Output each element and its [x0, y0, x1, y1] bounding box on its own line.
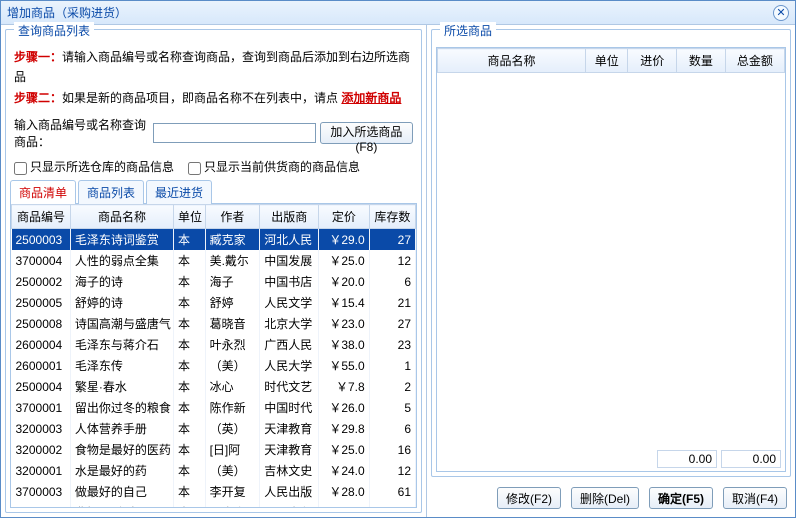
col-header[interactable]: 商品名称 — [438, 49, 586, 73]
col-header[interactable]: 单位 — [586, 49, 628, 73]
table-row[interactable]: 3200001水是最好的药本（美）吉林文史￥24.012 — [12, 460, 416, 481]
action-bar: 修改(F2) 删除(Del) 确定(F5) 取消(F4) — [427, 481, 795, 517]
search-input[interactable] — [153, 123, 316, 143]
col-header[interactable]: 商品编号 — [12, 205, 71, 229]
selected-group-title: 所选商品 — [440, 22, 496, 39]
table-row[interactable]: 2500002海子的诗本海子中国书店￥20.06 — [12, 271, 416, 292]
col-header[interactable]: 库存数 — [369, 205, 415, 229]
total-amount: 0.00 — [721, 450, 781, 468]
step2-text: 如果是新的商品项目，即商品名称不在列表中，请点 — [62, 91, 338, 105]
col-header[interactable]: 总金额 — [725, 49, 784, 73]
ok-button[interactable]: 确定(F5) — [649, 487, 713, 509]
tab-list[interactable]: 商品清单 — [10, 180, 76, 204]
step2-line: 步骤二：如果是新的商品项目，即商品名称不在列表中，请点 添加新商品 — [14, 88, 413, 108]
chk-supplier-only-input[interactable] — [188, 162, 201, 175]
step1-line: 步骤一：请输入商品编号或名称查询商品，查询到商品后添加到右边所选商品 — [14, 47, 413, 88]
col-header[interactable]: 单位 — [174, 205, 206, 229]
window-title: 增加商品（采购进货） — [7, 4, 127, 21]
table-row[interactable]: 2500008诗国高潮与盛唐气本葛晓音北京大学￥23.027 — [12, 313, 416, 334]
table-row[interactable]: 3700004人性的弱点全集本美.戴尓中国发展￥25.012 — [12, 250, 416, 271]
add-new-product-link[interactable]: 添加新商品 — [341, 91, 401, 105]
tab-recent[interactable]: 最近进货 — [146, 180, 212, 204]
col-header[interactable]: 作者 — [205, 205, 260, 229]
search-group-title: 查询商品列表 — [14, 22, 94, 39]
search-label: 输入商品编号或名称查询商品： — [14, 116, 149, 150]
titlebar: 增加商品（采购进货） ✕ — [1, 1, 795, 25]
table-row[interactable]: 2500004繁星·春水本冰心时代文艺￥7.82 — [12, 376, 416, 397]
modify-button[interactable]: 修改(F2) — [497, 487, 561, 509]
add-selected-button[interactable]: 加入所选商品(F8) — [320, 122, 413, 144]
table-row[interactable]: 2600001毛泽东传本（美）人民大学￥55.01 — [12, 355, 416, 376]
selected-grid: 商品名称单位进价数量总金额 0.00 0.00 — [436, 47, 786, 472]
table-row[interactable]: 3200002食物是最好的医药本[日]阿天津教育￥25.016 — [12, 439, 416, 460]
tabs: 商品清单 商品列表 最近进货 — [10, 179, 417, 204]
table-row[interactable]: 2500003毛泽东诗词鉴赏本臧克家河北人民￥29.027 — [12, 229, 416, 251]
close-icon[interactable]: ✕ — [773, 5, 789, 21]
totals-row: 0.00 0.00 — [437, 447, 785, 471]
total-qty: 0.00 — [657, 450, 717, 468]
table-row[interactable]: 2500005舒婷的诗本舒婷人民文学￥15.421 — [12, 292, 416, 313]
selected-grid-body[interactable] — [437, 73, 785, 447]
chk-warehouse-only[interactable]: 只显示所选仓库的商品信息 — [14, 158, 174, 175]
col-header[interactable]: 商品名称 — [70, 205, 173, 229]
step1-text: 请输入商品编号或名称查询商品，查询到商品后添加到右边所选商品 — [14, 50, 410, 84]
add-product-window: 增加商品（采购进货） ✕ 查询商品列表 步骤一：请输入商品编号或名称查询商品，查… — [0, 0, 796, 518]
selected-pane: 所选商品 商品名称单位进价数量总金额 0.00 0.00 修改(F2) 删除(D… — [427, 25, 795, 517]
table-row[interactable]: 2600004毛泽东与蒋介石本叶永烈广西人民￥38.023 — [12, 334, 416, 355]
table-row[interactable]: 3700003做最好的自己本李开复人民出版￥28.061 — [12, 481, 416, 502]
step1-label: 步骤一： — [14, 50, 62, 64]
chk-warehouse-only-input[interactable] — [14, 162, 27, 175]
table-row[interactable]: 3700001留出你过冬的粮食本陈作新中国时代￥26.05 — [12, 397, 416, 418]
col-header[interactable]: 数量 — [677, 49, 726, 73]
cancel-button[interactable]: 取消(F4) — [723, 487, 787, 509]
table-row[interactable]: 2600002曹操·喋血中原本子金山国际文化￥25.03 — [12, 502, 416, 508]
col-header[interactable]: 出版商 — [260, 205, 319, 229]
product-grid: 商品编号商品名称单位作者出版商定价库存数 2500003毛泽东诗词鉴赏本臧克家河… — [11, 204, 416, 508]
table-row[interactable]: 3200003人体营养手册本（英）天津教育￥29.86 — [12, 418, 416, 439]
col-header[interactable]: 定价 — [319, 205, 370, 229]
search-pane: 查询商品列表 步骤一：请输入商品编号或名称查询商品，查询到商品后添加到右边所选商… — [1, 25, 427, 517]
product-grid-scroll[interactable]: 商品编号商品名称单位作者出版商定价库存数 2500003毛泽东诗词鉴赏本臧克家河… — [10, 204, 417, 508]
step2-label: 步骤二： — [14, 91, 62, 105]
delete-button[interactable]: 删除(Del) — [571, 487, 639, 509]
tab-table[interactable]: 商品列表 — [78, 180, 144, 204]
chk-supplier-only[interactable]: 只显示当前供货商的商品信息 — [188, 158, 360, 175]
col-header[interactable]: 进价 — [628, 49, 677, 73]
